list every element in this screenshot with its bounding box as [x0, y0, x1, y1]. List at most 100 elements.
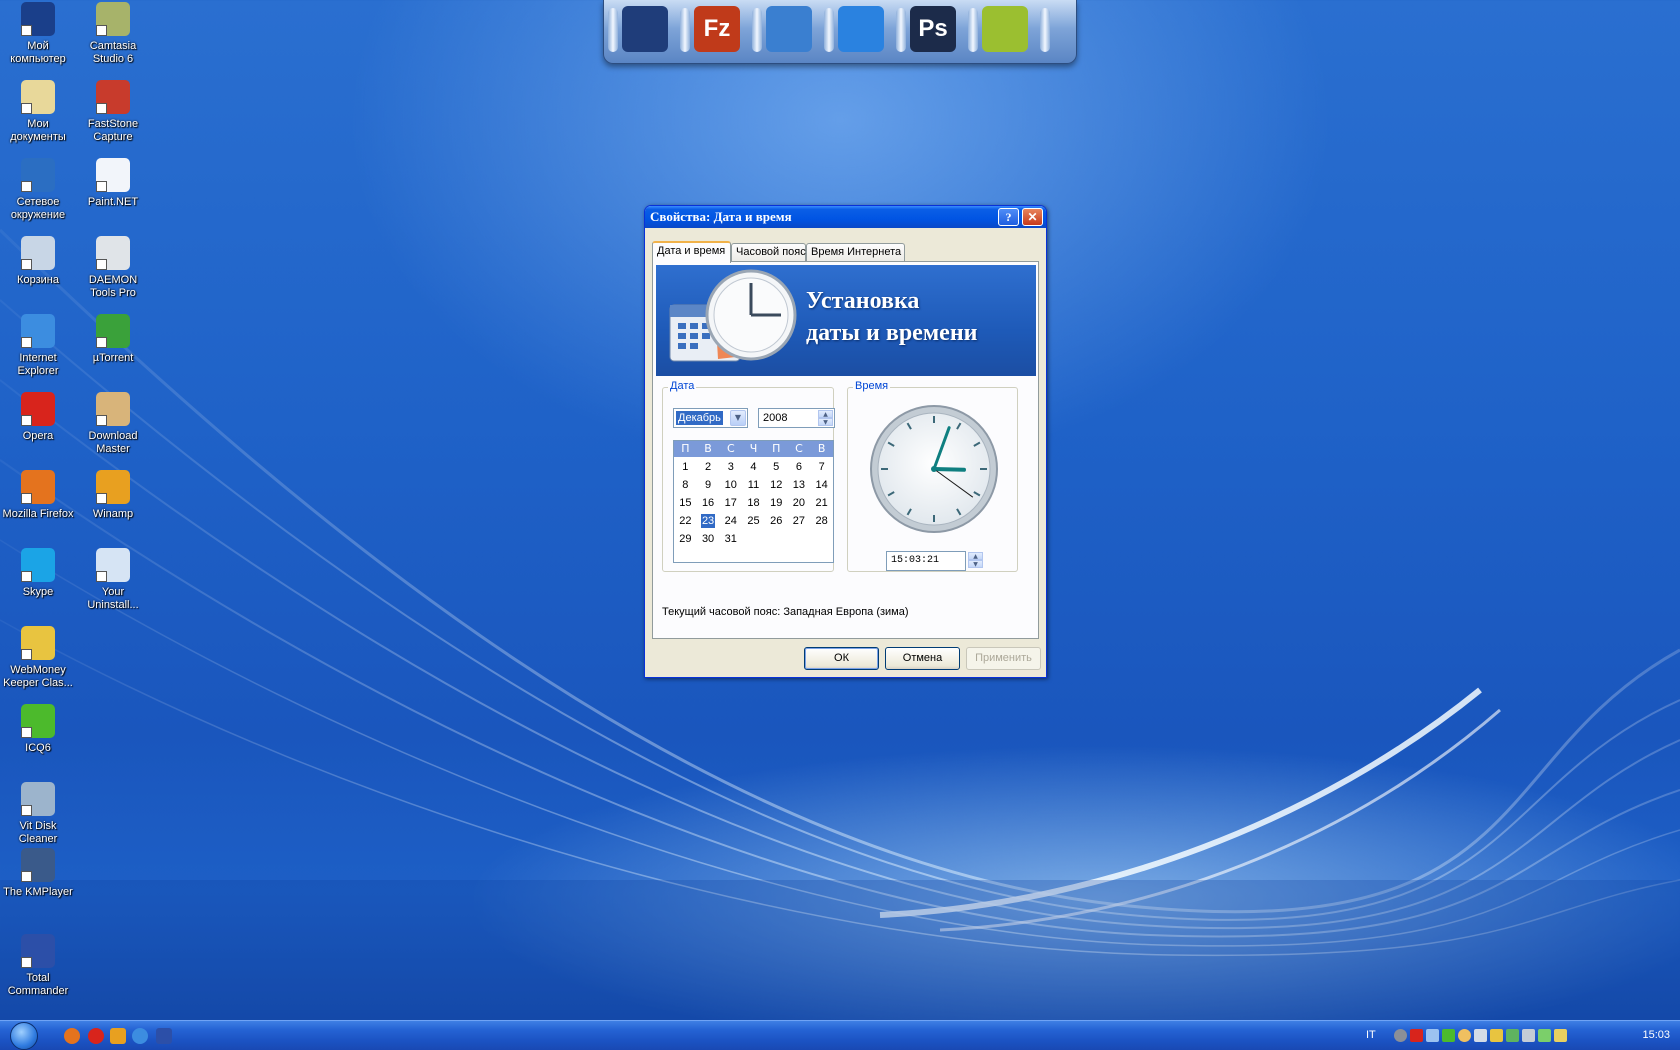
spin-up-icon[interactable]: ▲: [968, 552, 983, 560]
calendar-day[interactable]: 19: [765, 496, 788, 510]
tab-panel: Установка даты и времени Дата Декабрь ▼ …: [652, 261, 1039, 639]
year-stepper[interactable]: 2008 ▲ ▼: [758, 408, 835, 428]
filezilla-icon[interactable]: Fz: [694, 6, 740, 52]
desktop-icon[interactable]: The KMPlayer: [0, 848, 76, 899]
tray-daemon-icon[interactable]: [1410, 1029, 1423, 1042]
desktop-icon[interactable]: Vit Disk Cleaner: [0, 782, 76, 846]
desktop-icon[interactable]: Мои документы: [0, 80, 76, 144]
desktop-icon[interactable]: µTorrent: [75, 314, 151, 365]
calendar-day[interactable]: 27: [788, 514, 811, 528]
taskbar-clock[interactable]: 15:03: [1642, 1029, 1670, 1041]
help-button[interactable]: ?: [998, 208, 1019, 226]
ok-button[interactable]: ОК: [804, 647, 879, 670]
calendar-day[interactable]: 17: [719, 496, 742, 510]
calendar-day[interactable]: 30: [697, 532, 720, 546]
calendar-day[interactable]: 31: [719, 532, 742, 546]
calendar-day[interactable]: 3: [719, 460, 742, 474]
calendar-day[interactable]: 10: [719, 478, 742, 492]
desktop-icon[interactable]: Сетевое окружение: [0, 158, 76, 222]
desktop-icon[interactable]: Mozilla Firefox: [0, 470, 76, 521]
show-desktop-icon[interactable]: [156, 1028, 172, 1044]
globe-icon[interactable]: [766, 6, 812, 52]
desktop-icon[interactable]: Internet Explorer: [0, 314, 76, 378]
volume-icon[interactable]: [1522, 1029, 1535, 1042]
calendar-day[interactable]: 25: [742, 514, 765, 528]
tray-update-icon[interactable]: [1538, 1029, 1551, 1042]
desktop-icon[interactable]: DAEMON Tools Pro: [75, 236, 151, 300]
desktop-icon[interactable]: ICQ6: [0, 704, 76, 755]
monitor-icon[interactable]: [622, 6, 668, 52]
calendar-day[interactable]: 8: [674, 478, 697, 492]
desktop-icon[interactable]: Opera: [0, 392, 76, 443]
calendar-day[interactable]: 16: [697, 496, 720, 510]
close-button[interactable]: ✕: [1022, 208, 1043, 226]
date-group-label: Дата: [668, 380, 697, 392]
calendar-day[interactable]: 12: [765, 478, 788, 492]
calendar-day[interactable]: 24: [719, 514, 742, 528]
desktop-icon[interactable]: FastStone Capture: [75, 80, 151, 144]
calendar-day[interactable]: 5: [765, 460, 788, 474]
time-stepper[interactable]: 15:03:21: [886, 551, 966, 571]
language-indicator[interactable]: IT: [1366, 1029, 1376, 1041]
calendar-day[interactable]: 2: [697, 460, 720, 474]
tray-utorrent-icon[interactable]: [1442, 1029, 1455, 1042]
tray-network-icon[interactable]: [1426, 1029, 1439, 1042]
tray-display-icon[interactable]: [1506, 1029, 1519, 1042]
calendar-day[interactable]: 13: [788, 478, 811, 492]
tray-webmoney-icon[interactable]: [1490, 1029, 1503, 1042]
spin-down-icon[interactable]: ▼: [968, 560, 983, 568]
internet-explorer-icon: [21, 314, 55, 348]
desktop-icon[interactable]: Camtasia Studio 6: [75, 2, 151, 66]
tab-internet-time[interactable]: Время Интернета: [806, 243, 905, 262]
weekday-label: В: [704, 442, 712, 455]
desktop-icon[interactable]: Корзина: [0, 236, 76, 287]
upload-arrow-icon[interactable]: [838, 6, 884, 52]
desktop-icon[interactable]: Download Master: [75, 392, 151, 456]
firefox-icon[interactable]: [64, 1028, 80, 1044]
dialog-titlebar[interactable]: Свойства: Дата и время ? ✕: [645, 206, 1046, 228]
tray-icq-icon[interactable]: [1458, 1029, 1471, 1042]
calendar-day[interactable]: 20: [788, 496, 811, 510]
calendar-day[interactable]: 7: [810, 460, 833, 474]
calendar-day[interactable]: 9: [697, 478, 720, 492]
calendar-day[interactable]: 22: [674, 514, 697, 528]
calendar-day[interactable]: 14: [810, 478, 833, 492]
desktop-icon[interactable]: Your Uninstall...: [75, 548, 151, 612]
dock-separator: [968, 8, 978, 52]
internet-explorer-icon[interactable]: [132, 1028, 148, 1044]
dreamweaver-icon[interactable]: [982, 6, 1028, 52]
tray-security-icon[interactable]: [1554, 1029, 1567, 1042]
start-button[interactable]: [10, 1022, 38, 1050]
calendar-day[interactable]: 11: [742, 478, 765, 492]
spin-down-icon[interactable]: ▼: [818, 418, 833, 426]
opera-icon[interactable]: [88, 1028, 104, 1044]
calendar-day[interactable]: 1: [674, 460, 697, 474]
winamp-icon[interactable]: [110, 1028, 126, 1044]
calendar-days: 1 2 3 4 5 6 7 8 9 10 11 12 13 14 15 16 17 18 19 20 21 22 23 24 2…: [674, 457, 833, 546]
tray-app-icon[interactable]: [1394, 1029, 1407, 1042]
photoshop-icon[interactable]: Ps: [910, 6, 956, 52]
desktop-icon[interactable]: Мой компьютер: [0, 2, 76, 66]
calendar-day[interactable]: 29: [674, 532, 697, 546]
desktop-icon[interactable]: Skype: [0, 548, 76, 599]
tab-date-time[interactable]: Дата и время: [652, 241, 731, 263]
tab-time-zone[interactable]: Часовой пояс: [731, 243, 806, 262]
desktop-icon[interactable]: Winamp: [75, 470, 151, 521]
cancel-button[interactable]: Отмена: [885, 647, 960, 670]
chevron-down-icon[interactable]: ▼: [730, 410, 746, 426]
calendar-day[interactable]: 26: [765, 514, 788, 528]
calendar-day[interactable]: 15: [674, 496, 697, 510]
desktop-icon[interactable]: Paint.NET: [75, 158, 151, 209]
calendar-day[interactable]: 6: [788, 460, 811, 474]
month-select[interactable]: Декабрь ▼: [673, 408, 748, 428]
calendar-day[interactable]: 4: [742, 460, 765, 474]
desktop-icon[interactable]: Total Commander: [0, 934, 76, 998]
calendar-day[interactable]: 18: [742, 496, 765, 510]
calendar-day[interactable]: 23: [700, 514, 716, 528]
apply-button[interactable]: Применить: [966, 647, 1041, 670]
calendar-day[interactable]: 28: [810, 514, 833, 528]
spin-up-icon[interactable]: ▲: [818, 410, 833, 418]
calendar-day[interactable]: 21: [810, 496, 833, 510]
desktop-icon[interactable]: WebMoney Keeper Clas...: [0, 626, 76, 690]
tray-messenger-icon[interactable]: [1474, 1029, 1487, 1042]
